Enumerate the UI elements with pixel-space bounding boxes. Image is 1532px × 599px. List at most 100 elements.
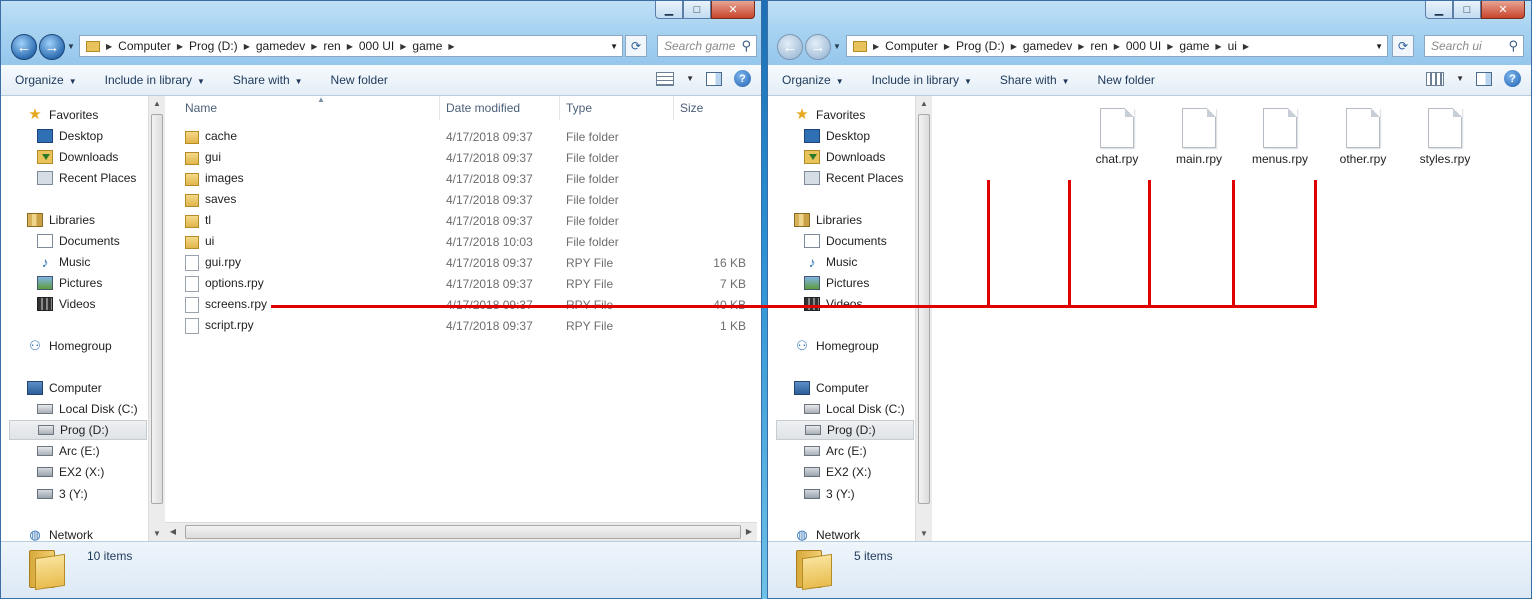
title-bar[interactable]: ▁ □ ✕ ← → ▼ ▶ Computer ▶ Prog (D:) ▶ gamede…: [1, 1, 761, 65]
organize-menu[interactable]: Organize ▼: [1, 73, 91, 87]
nav-ex2-drive[interactable]: EX2 (X:): [37, 462, 104, 482]
nav-documents[interactable]: Documents: [37, 231, 120, 251]
breadcrumb-item[interactable]: ren: [1084, 39, 1113, 53]
file-row[interactable]: saves 4/17/2018 09:37 File folder: [179, 189, 752, 210]
file-row[interactable]: tl 4/17/2018 09:37 File folder: [179, 210, 752, 231]
nav-local-disk[interactable]: Local Disk (C:): [37, 399, 138, 419]
minimize-button[interactable]: ▁: [655, 1, 683, 19]
nav-downloads[interactable]: Downloads: [804, 147, 885, 167]
nav-documents[interactable]: Documents: [804, 231, 887, 251]
help-icon[interactable]: ?: [734, 70, 751, 87]
breadcrumb-item[interactable]: gamedev: [250, 39, 311, 53]
scroll-left-arrow[interactable]: ◀: [165, 523, 181, 541]
forward-button[interactable]: →: [39, 34, 65, 60]
file-row[interactable]: script.rpy 4/17/2018 09:37 RPY File 1 KB: [179, 315, 752, 336]
include-in-library-menu[interactable]: Include in library ▼: [91, 73, 219, 87]
view-dropdown-icon[interactable]: ▼: [686, 74, 694, 83]
nav-computer[interactable]: Computer: [794, 378, 869, 398]
column-size[interactable]: Size: [674, 96, 752, 120]
nav-videos[interactable]: Videos: [804, 294, 862, 314]
share-with-menu[interactable]: Share with ▼: [219, 73, 317, 87]
file-row[interactable]: ui 4/17/2018 10:03 File folder: [179, 231, 752, 252]
file-icon-item[interactable]: styles.rpy: [1410, 108, 1480, 166]
view-icons-icon[interactable]: [1426, 71, 1445, 86]
nav-libraries[interactable]: Libraries: [27, 210, 95, 230]
nav-music[interactable]: ♪ Music: [804, 252, 858, 272]
horizontal-scrollbar[interactable]: ◀ ▶: [165, 522, 757, 541]
file-row[interactable]: images 4/17/2018 09:37 File folder: [179, 168, 752, 189]
nav-3-drive[interactable]: 3 (Y:): [37, 484, 88, 504]
scroll-down-arrow[interactable]: ▼: [149, 526, 165, 542]
file-row[interactable]: options.rpy 4/17/2018 09:37 RPY File 7 KB: [179, 273, 752, 294]
nav-local-disk[interactable]: Local Disk (C:): [804, 399, 905, 419]
nav-libraries[interactable]: Libraries: [794, 210, 862, 230]
refresh-button[interactable]: ⟳: [625, 35, 647, 57]
breadcrumb-item[interactable]: 000 UI: [353, 39, 400, 53]
breadcrumb-item[interactable]: ui: [1222, 39, 1243, 53]
nav-desktop[interactable]: Desktop: [37, 126, 103, 146]
scrollbar-thumb[interactable]: [918, 114, 930, 504]
column-type[interactable]: Type: [560, 96, 674, 120]
scroll-up-arrow[interactable]: ▲: [916, 96, 932, 112]
organize-menu[interactable]: Organize ▼: [768, 73, 858, 87]
preview-pane-icon[interactable]: [706, 71, 722, 86]
address-bar[interactable]: ▶ Computer ▶ Prog (D:) ▶ gamedev ▶ ren ▶ 000 …: [79, 35, 623, 57]
close-button[interactable]: ✕: [711, 1, 755, 19]
nav-favorites[interactable]: ★ Favorites: [794, 105, 865, 125]
nav-arc-drive[interactable]: Arc (E:): [37, 441, 100, 461]
chevron-down-icon[interactable]: ▼: [610, 42, 618, 51]
new-folder-button[interactable]: New folder: [317, 73, 402, 87]
nav-desktop[interactable]: Desktop: [804, 126, 870, 146]
back-button[interactable]: ←: [11, 34, 37, 60]
recent-pages-dropdown[interactable]: ▼: [67, 42, 75, 51]
column-date[interactable]: Date modified: [440, 96, 560, 120]
nav-scrollbar[interactable]: ▲ ▼: [148, 96, 165, 542]
scrollbar-thumb[interactable]: [185, 525, 741, 539]
recent-pages-dropdown[interactable]: ▼: [833, 42, 841, 51]
nav-pictures[interactable]: Pictures: [804, 273, 869, 293]
nav-scrollbar[interactable]: ▲ ▼: [915, 96, 932, 542]
breadcrumb-item[interactable]: Computer: [879, 39, 944, 53]
minimize-button[interactable]: ▁: [1425, 1, 1453, 19]
breadcrumb-item[interactable]: gamedev: [1017, 39, 1078, 53]
maximize-button[interactable]: □: [683, 1, 711, 19]
scrollbar-thumb[interactable]: [151, 114, 163, 504]
new-folder-button[interactable]: New folder: [1084, 73, 1169, 87]
title-bar[interactable]: ▁ □ ✕ ← → ▼ ▶ Computer ▶ Prog (D:) ▶ gamede…: [768, 1, 1531, 65]
nav-prog-drive[interactable]: Prog (D:): [9, 420, 147, 440]
scroll-right-arrow[interactable]: ▶: [741, 523, 757, 541]
nav-homegroup[interactable]: ⚇ Homegroup: [27, 336, 112, 356]
scroll-down-arrow[interactable]: ▼: [916, 526, 932, 542]
close-button[interactable]: ✕: [1481, 1, 1525, 19]
share-with-menu[interactable]: Share with ▼: [986, 73, 1084, 87]
nav-downloads[interactable]: Downloads: [37, 147, 118, 167]
view-details-icon[interactable]: [656, 71, 675, 86]
file-icon-item[interactable]: menus.rpy: [1245, 108, 1315, 166]
scroll-up-arrow[interactable]: ▲: [149, 96, 165, 112]
search-input[interactable]: Search game ⚲: [657, 35, 757, 57]
nav-computer[interactable]: Computer: [27, 378, 102, 398]
nav-recent-places[interactable]: Recent Places: [804, 168, 903, 188]
nav-ex2-drive[interactable]: EX2 (X:): [804, 462, 871, 482]
breadcrumb-item[interactable]: ren: [317, 39, 346, 53]
include-in-library-menu[interactable]: Include in library ▼: [858, 73, 986, 87]
address-bar[interactable]: ▶ Computer ▶ Prog (D:) ▶ gamedev ▶ ren ▶ 000 …: [846, 35, 1388, 57]
column-name[interactable]: Name: [179, 96, 440, 120]
refresh-button[interactable]: ⟳: [1392, 35, 1414, 57]
nav-videos[interactable]: Videos: [37, 294, 95, 314]
nav-arc-drive[interactable]: Arc (E:): [804, 441, 867, 461]
breadcrumb-item[interactable]: game: [406, 39, 448, 53]
preview-pane-icon[interactable]: [1476, 71, 1492, 86]
file-row[interactable]: gui 4/17/2018 09:37 File folder: [179, 147, 752, 168]
nav-recent-places[interactable]: Recent Places: [37, 168, 136, 188]
nav-favorites[interactable]: ★ Favorites: [27, 105, 98, 125]
file-icon-item[interactable]: main.rpy: [1164, 108, 1234, 166]
file-icon-item[interactable]: other.rpy: [1328, 108, 1398, 166]
nav-prog-drive[interactable]: Prog (D:): [776, 420, 914, 440]
nav-music[interactable]: ♪ Music: [37, 252, 91, 272]
nav-3-drive[interactable]: 3 (Y:): [804, 484, 855, 504]
file-row[interactable]: gui.rpy 4/17/2018 09:37 RPY File 16 KB: [179, 252, 752, 273]
chevron-down-icon[interactable]: ▼: [1375, 42, 1383, 51]
back-button[interactable]: ←: [777, 34, 803, 60]
forward-button[interactable]: →: [805, 34, 831, 60]
